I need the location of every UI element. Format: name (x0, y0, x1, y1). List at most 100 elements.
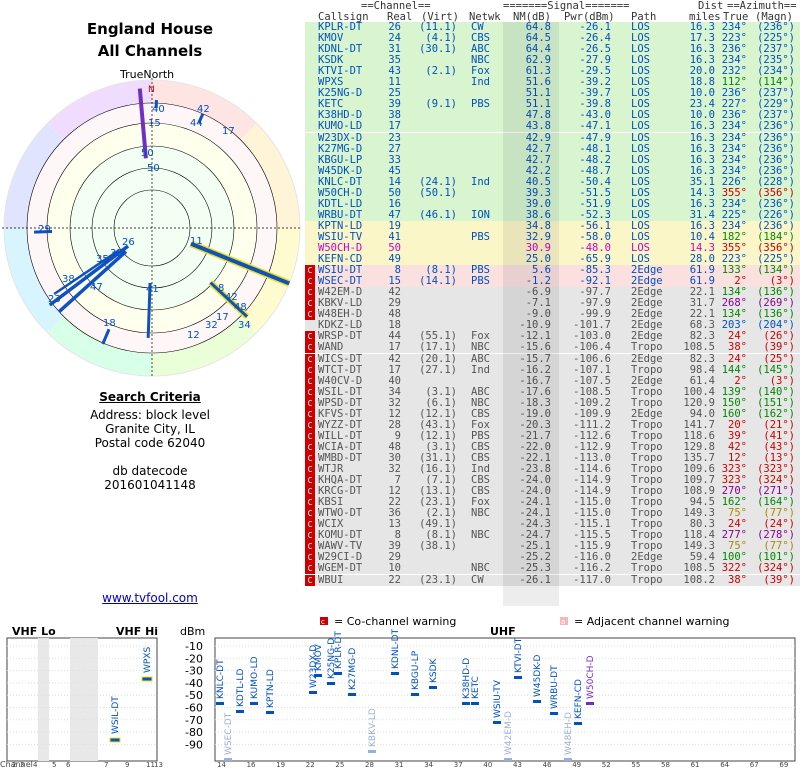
polar-channel-label: 17 (216, 312, 229, 323)
uhf-signal-bar (411, 693, 419, 696)
polar-channel-label: 50 (147, 163, 160, 174)
station-row[interactable]: C KOMU-DT 8 (8.1) NBC -24.7 -115.5 Tropo 118.4 27… (305, 529, 800, 542)
station-row[interactable]: KDKZ-LD 18 -10.9 -101.7 2Edge 68.3 203° (204°) (305, 320, 800, 332)
uhf-station-label: W50CH-D (586, 655, 596, 699)
co-channel-warning-icon: C (305, 364, 315, 376)
cell-net: NBC (471, 341, 490, 354)
tvfool-link[interactable]: www.tvfool.com (0, 591, 300, 605)
cell-call: K27MG-D (318, 142, 363, 155)
polar-channel-label: 29 (38, 224, 51, 235)
uhf-channel-tick: 55 (631, 761, 640, 768)
cell-nm: -16.7 (519, 374, 551, 387)
station-row[interactable]: C WSIU-DT 8 (8.1) PBS 5.6 -85.3 2Edge 61.9 133° (1… (305, 265, 800, 277)
co-channel-legend-mark: c (321, 618, 325, 626)
station-row[interactable]: C WGEM-DT 10 NBC -25.3 -116.2 Tropo 108.5 322° (3… (305, 562, 800, 575)
station-row[interactable]: K27MG-D 27 42.7 -48.1 LOS 16.3 234° (236°) (305, 142, 800, 155)
vhf-channel-tick: 9 (125, 761, 129, 768)
cell-pwr: -117.0 (573, 573, 611, 586)
cell-nm: 43.8 (525, 120, 551, 133)
station-row[interactable]: C WTCT-DT 17 (27.1) Ind -16.2 -107.1 Tropo 98.4 1… (305, 363, 800, 376)
cell-virt: (30.1) (419, 43, 457, 56)
co-channel-warning-icon: C (305, 452, 315, 464)
cell-dist: 108.5 (683, 562, 715, 575)
vhf-channel-tick: 5 (52, 761, 56, 768)
cell-nm: 42.2 (525, 164, 551, 177)
co-channel-warning-icon: C (305, 574, 315, 586)
vhf-gap-shade-1 (38, 638, 49, 761)
uhf-channel-tick: 61 (691, 761, 700, 768)
co-channel-warning-icon: C (305, 519, 315, 531)
cell-real: 23 (388, 131, 401, 144)
dbm-tick-label: -10 (185, 640, 203, 653)
cell-virt: (17.1) (419, 341, 457, 354)
cell-mag: (236°) (757, 164, 795, 177)
cell-net: Ind (471, 363, 490, 376)
cell-net: Ind (471, 76, 490, 89)
north-mark: N (148, 85, 155, 95)
uhf-channel-tick: 19 (276, 761, 285, 768)
cell-nm: -15.6 (519, 341, 551, 354)
cell-call: WBUI (318, 573, 344, 586)
uhf-channel-tick: 40 (483, 761, 492, 768)
station-row[interactable]: C WTWO-DT 36 (2.1) NBC -24.1 -115.0 Tropo 149.3 7… (305, 508, 800, 520)
station-row[interactable]: C W40CV-D 40 -16.7 -107.5 2Edge 61.4 2° (3°) (305, 374, 800, 387)
station-row[interactable]: C WICS-DT 42 (20.1) ABC -15.7 -106.6 2Edge 82.3 2… (305, 352, 800, 365)
dbm-label: dBm (180, 625, 205, 638)
cell-mag: (236°) (757, 153, 795, 166)
cell-dist: 16.3 (689, 131, 715, 144)
cell-net: PBS (471, 230, 490, 243)
uhf-channel-tick: 31 (395, 761, 404, 768)
station-row[interactable]: KBGU-LP 33 42.7 -48.2 LOS 16.3 234° (236°) (305, 153, 800, 166)
cell-nm: -17.6 (519, 385, 551, 398)
polar-channel-label: 41 (146, 284, 159, 295)
search-postal: Postal code 62040 (94, 436, 206, 450)
cell-virt: (3.1) (425, 385, 457, 398)
station-row[interactable]: C KBSI 22 (23.1) Fox -24.1 -115.0 Tropo 94.5 162°… (305, 497, 800, 509)
vhf-channel-tick: 6 (66, 761, 71, 768)
uhf-signal-bar (574, 722, 582, 725)
cell-dist: 16.3 (689, 153, 715, 166)
cell-real: 42 (388, 352, 401, 365)
station-row[interactable]: W23DX-D 23 42.9 -47.9 LOS 16.3 234° (236°) (305, 131, 800, 144)
co-channel-warning-icon: C (305, 464, 315, 475)
station-row[interactable]: C WBUI 22 (23.1) CW -26.1 -117.0 Tropo 108.2 38° (… (305, 573, 800, 586)
adjacent-channel-legend: = Adjacent channel warning (574, 615, 730, 628)
uhf-signal-bar (309, 691, 317, 694)
co-channel-warning-icon: C (305, 541, 315, 553)
uhf-signal-bar (348, 693, 356, 696)
station-row[interactable]: W45DK-D 45 42.2 -48.7 LOS 16.3 234° (236°) (305, 164, 800, 177)
station-row[interactable]: C KFVS-DT 12 (12.1) CBS -19.0 -109.9 2Edge 94.0 1… (305, 408, 800, 420)
cell-real: 33 (388, 153, 401, 166)
polar-channel-label: 33 (110, 248, 123, 259)
cell-virt: (46.1) (419, 208, 457, 221)
cell-az: 234° (721, 153, 747, 166)
vhf-channel-tick: 4 (33, 761, 38, 768)
cell-real: 10 (388, 562, 401, 575)
uhf-station-label: W48EH-D (564, 712, 574, 755)
dbm-tick-label: -50 (185, 689, 203, 702)
cell-real: 27 (388, 142, 401, 155)
polar-channel-label: 32 (205, 320, 218, 331)
station-row[interactable]: C WYZZ-DT 28 (43.1) Fox -20.3 -111.2 Tropo 141.7… (305, 419, 800, 431)
cell-call: KBGU-LP (318, 153, 363, 166)
uhf-channel-tick: 46 (543, 761, 552, 768)
cell-virt: (27.1) (419, 363, 457, 376)
cell-net: NBC (471, 529, 490, 542)
station-row[interactable]: C WSIL-DT 34 (3.1) ABC -17.6 -108.5 Tropo 100.4 1… (305, 385, 800, 398)
cell-dist: 16.3 (689, 142, 715, 155)
co-channel-warning-icon: C (305, 375, 315, 387)
station-row[interactable]: C WRSP-DT 44 (55.1) Fox -12.1 -103.0 2Edge 82.3 2… (305, 331, 800, 343)
co-channel-warning-icon: C (305, 265, 315, 277)
cell-path: LOS (631, 142, 650, 155)
station-row[interactable]: KUMO-LD 17 43.8 -47.1 LOS 16.3 234° (236°) (305, 120, 800, 133)
cell-az: 24° (728, 352, 747, 365)
vhf-station-label: WSIL-DT (111, 696, 121, 734)
uhf-station-label: WSIU-TV (493, 679, 503, 718)
cell-pwr: -47.1 (579, 120, 611, 133)
cell-dist: 98.4 (689, 363, 715, 376)
station-row[interactable]: C WCIA-DT 48 (3.1) CBS -22.0 -112.9 Tropo 129.8 4… (305, 441, 800, 453)
station-row[interactable]: C WAND 17 (17.1) NBC -15.6 -106.4 Tropo 108.5 38°… (305, 341, 800, 354)
cell-call: WGEM-DT (318, 562, 363, 575)
station-row[interactable]: C WILL-DT 9 (12.1) PBS -21.7 -112.6 Tropo 118.6 3… (305, 430, 800, 442)
db-value: 201601041148 (104, 478, 196, 492)
